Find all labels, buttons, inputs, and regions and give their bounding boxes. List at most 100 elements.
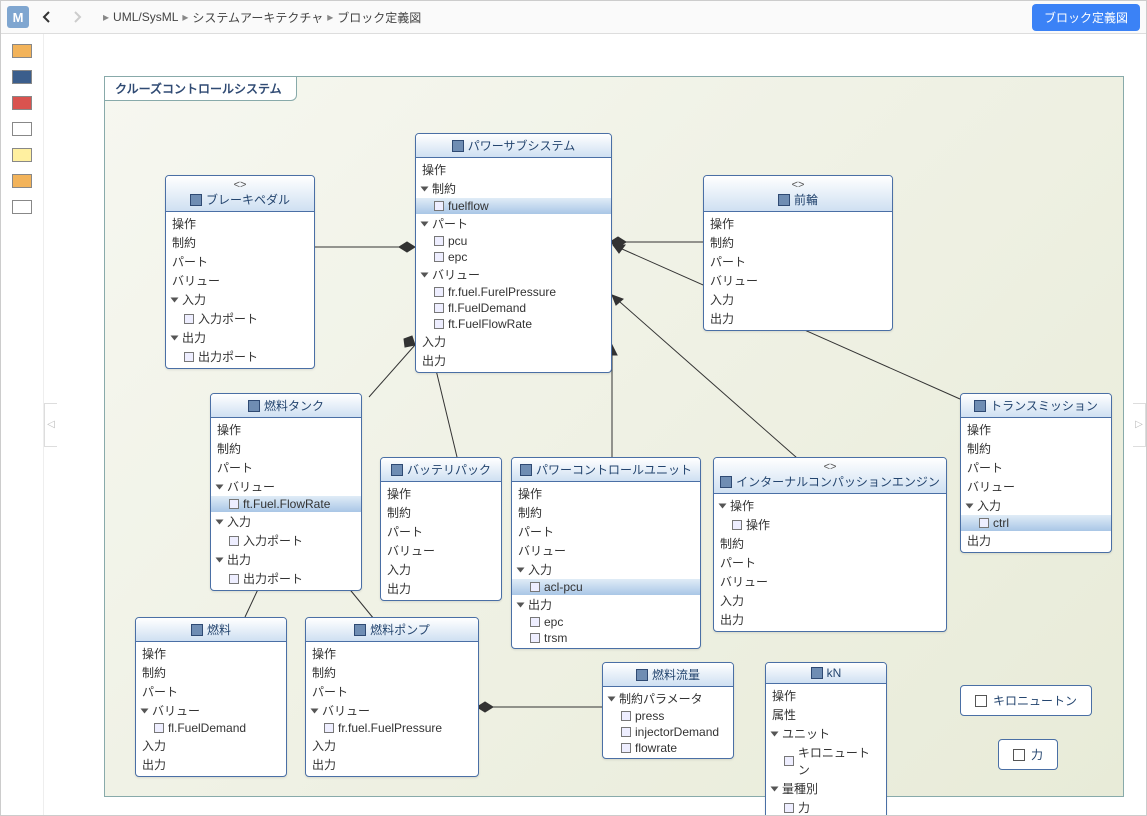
section-header[interactable]: バリュー	[416, 265, 611, 284]
section-label[interactable]: パート	[381, 522, 501, 541]
section-label[interactable]: 制約	[306, 663, 478, 682]
section-label[interactable]: パート	[704, 252, 892, 271]
block-power-subsystem[interactable]: パワーサブシステム操作制約fuelflowパートpcuepcバリューfr.fue…	[415, 133, 612, 373]
block-ice-engine[interactable]: <>インターナルコンパッションエンジン操作操作制約パートバリュー入力出力	[713, 457, 947, 632]
breadcrumb-item[interactable]: ブロック定義図	[337, 9, 421, 26]
section-label[interactable]: 操作	[166, 214, 314, 233]
section-label[interactable]: 制約	[512, 503, 700, 522]
app-logo[interactable]: M	[7, 6, 29, 28]
section-item[interactable]: 力	[766, 798, 886, 815]
section-label[interactable]: パート	[306, 682, 478, 701]
section-item[interactable]: fuelflow	[416, 198, 611, 214]
section-label[interactable]: 属性	[766, 705, 886, 724]
tool-6[interactable]	[8, 170, 36, 192]
section-label[interactable]: 操作	[512, 484, 700, 503]
section-header[interactable]: 入力	[211, 512, 361, 531]
unit-kilonewton[interactable]: キロニュートン	[960, 685, 1092, 716]
block-fuel-tank[interactable]: 燃料タンク操作制約パートバリューft.Fuel.FlowRate入力入力ポート出…	[210, 393, 362, 591]
section-header[interactable]: 操作	[714, 496, 946, 515]
canvas[interactable]: <>ブレーキペダル操作制約パートバリュー入力入力ポート出力出力ポート パワーサブ…	[105, 77, 1123, 796]
block-fuel-flow[interactable]: 燃料流量制約パラメータpressinjectorDemandflowrate	[602, 662, 734, 759]
section-label[interactable]: パート	[512, 522, 700, 541]
section-item[interactable]: acl-pcu	[512, 579, 700, 595]
section-label[interactable]: 制約	[136, 663, 286, 682]
section-label[interactable]: 制約	[961, 439, 1111, 458]
section-label[interactable]: 操作	[306, 644, 478, 663]
section-header[interactable]: 入力	[512, 560, 700, 579]
section-item[interactable]: 操作	[714, 515, 946, 534]
tool-1[interactable]	[8, 40, 36, 62]
section-label[interactable]: パート	[714, 553, 946, 572]
section-item[interactable]: fr.fuel.FurelPressure	[416, 284, 611, 300]
section-item[interactable]: fr.fuel.FuelPressure	[306, 720, 478, 736]
section-label[interactable]: 操作	[416, 160, 611, 179]
section-item[interactable]: fl.FuelDemand	[136, 720, 286, 736]
section-label[interactable]: 操作	[961, 420, 1111, 439]
section-label[interactable]: 操作	[766, 686, 886, 705]
section-label[interactable]: 出力	[136, 755, 286, 774]
section-item[interactable]: キロニュートン	[766, 743, 886, 779]
section-item[interactable]: ctrl	[961, 515, 1111, 531]
tool-2[interactable]	[8, 66, 36, 88]
section-header[interactable]: バリュー	[211, 477, 361, 496]
section-label[interactable]: バリュー	[166, 271, 314, 290]
section-item[interactable]: flowrate	[603, 740, 733, 756]
section-item[interactable]: ft.FuelFlowRate	[416, 316, 611, 332]
tool-4[interactable]	[8, 118, 36, 140]
section-label[interactable]: 出力	[306, 755, 478, 774]
section-item[interactable]: 出力ポート	[166, 347, 314, 366]
section-label[interactable]: バリュー	[714, 572, 946, 591]
section-header[interactable]: 出力	[512, 595, 700, 614]
section-item[interactable]: pcu	[416, 233, 611, 249]
section-label[interactable]: 出力	[714, 610, 946, 629]
section-label[interactable]: パート	[136, 682, 286, 701]
block-fuel[interactable]: 燃料操作制約パートバリューfl.FuelDemand入力出力	[135, 617, 287, 777]
section-header[interactable]: 入力	[961, 496, 1111, 515]
nav-back[interactable]	[35, 5, 59, 29]
section-header[interactable]: バリュー	[136, 701, 286, 720]
section-item[interactable]: 出力ポート	[211, 569, 361, 588]
panel-toggle-right[interactable]: ▷	[1133, 403, 1146, 447]
section-item[interactable]: epc	[416, 249, 611, 265]
section-label[interactable]: パート	[961, 458, 1111, 477]
section-label[interactable]: 出力	[961, 531, 1111, 550]
section-label[interactable]: 操作	[381, 484, 501, 503]
tool-5[interactable]	[8, 144, 36, 166]
section-label[interactable]: 入力	[381, 560, 501, 579]
section-label[interactable]: 操作	[704, 214, 892, 233]
section-label[interactable]: 制約	[714, 534, 946, 553]
section-label[interactable]: バリュー	[381, 541, 501, 560]
section-item[interactable]: 入力ポート	[211, 531, 361, 550]
breadcrumb-item[interactable]: システムアーキテクチャ	[192, 9, 323, 26]
section-label[interactable]: 操作	[211, 420, 361, 439]
section-header[interactable]: 出力	[166, 328, 314, 347]
unit-force[interactable]: 力	[998, 739, 1058, 770]
tool-3[interactable]	[8, 92, 36, 114]
section-header[interactable]: ユニット	[766, 724, 886, 743]
section-label[interactable]: 制約	[381, 503, 501, 522]
section-label[interactable]: 出力	[381, 579, 501, 598]
section-item[interactable]: trsm	[512, 630, 700, 646]
block-fuel-pump[interactable]: 燃料ポンプ操作制約パートバリューfr.fuel.FuelPressure入力出力	[305, 617, 479, 777]
section-header[interactable]: パート	[416, 214, 611, 233]
block-brake-pedal[interactable]: <>ブレーキペダル操作制約パートバリュー入力入力ポート出力出力ポート	[165, 175, 315, 369]
section-label[interactable]: 入力	[704, 290, 892, 309]
section-label[interactable]: バリュー	[704, 271, 892, 290]
section-label[interactable]: 制約	[704, 233, 892, 252]
panel-toggle-left[interactable]: ◁	[44, 403, 57, 447]
block-front-wheel[interactable]: <>前輪操作制約パートバリュー入力出力	[703, 175, 893, 331]
tool-7[interactable]	[8, 196, 36, 218]
section-label[interactable]: 入力	[714, 591, 946, 610]
section-label[interactable]: バリュー	[961, 477, 1111, 496]
section-item[interactable]: 入力ポート	[166, 309, 314, 328]
section-item[interactable]: epc	[512, 614, 700, 630]
section-item[interactable]: fl.FuelDemand	[416, 300, 611, 316]
section-label[interactable]: バリュー	[512, 541, 700, 560]
section-label[interactable]: 操作	[136, 644, 286, 663]
block-transmission[interactable]: トランスミッション操作制約パートバリュー入力ctrl出力	[960, 393, 1112, 553]
section-label[interactable]: 出力	[704, 309, 892, 328]
section-item[interactable]: injectorDemand	[603, 724, 733, 740]
section-item[interactable]: ft.Fuel.FlowRate	[211, 496, 361, 512]
section-label[interactable]: 制約	[166, 233, 314, 252]
block-battery-pack[interactable]: バッテリパック操作制約パートバリュー入力出力	[380, 457, 502, 601]
